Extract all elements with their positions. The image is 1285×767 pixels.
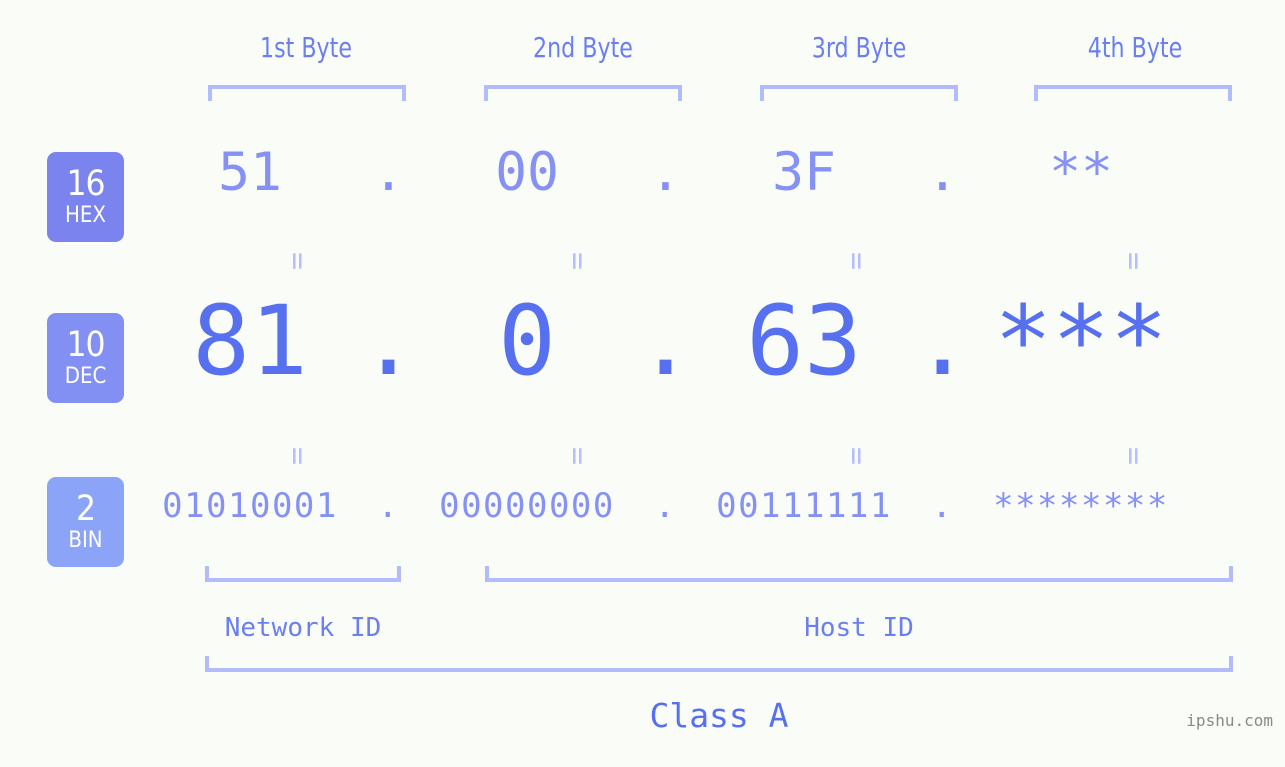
byte-header-2: 2nd Byte [533,31,633,64]
class-label: Class A [649,696,789,735]
dec-separator-2: . [636,285,695,397]
byte-bracket-1 [208,85,406,101]
base-badge-bin-number: 2 [75,489,96,529]
byte-bracket-4 [1034,85,1232,101]
hex-separator-2: . [649,142,682,203]
base-badge-dec-abbr: DEC [64,364,107,389]
bin-separator-3: . [931,486,954,526]
byte-header-3: 3rd Byte [811,31,907,64]
dec-separator-1: . [359,285,418,397]
bin-octet-2: 00000000 [439,486,615,526]
site-watermark: ipshu.com [1186,711,1273,730]
byte-header-1: 1st Byte [259,31,353,64]
bin-octet-3: 00111111 [716,486,892,526]
class-bracket [205,656,1233,672]
dec-octet-1: 81 [192,285,308,397]
base-badge-hex: 16 HEX [47,152,124,242]
equals-sign-dec-bin-4: = [1116,446,1152,466]
bin-octet-1: 01010001 [162,486,338,526]
base-badge-bin: 2 BIN [47,477,124,567]
host-id-label: Host ID [804,613,914,643]
equals-sign-hex-dec-1: = [280,251,316,271]
equals-sign-dec-bin-2: = [560,446,596,466]
equals-sign-hex-dec-3: = [839,251,875,271]
base-badge-dec-number: 10 [66,325,105,365]
byte-bracket-2 [484,85,682,101]
network-id-bracket [205,566,401,582]
host-id-bracket [485,566,1233,582]
hex-separator-1: . [372,142,405,203]
network-id-label: Network ID [224,613,382,643]
hex-separator-3: . [926,142,959,203]
hex-octet-3: 3F [772,142,836,203]
bin-octet-4: ******** [993,486,1169,526]
equals-sign-dec-bin-1: = [280,446,316,466]
bin-separator-1: . [377,486,400,526]
equals-sign-hex-dec-2: = [560,251,596,271]
bin-value-row: 01010001 . 00000000 . 00111111 . *******… [150,489,1260,523]
ip-address-breakdown-diagram: 1st Byte 2nd Byte 3rd Byte 4th Byte 16 H… [0,0,1285,767]
equals-sign-dec-bin-3: = [839,446,875,466]
hex-octet-2: 00 [495,142,559,203]
dec-value-row: 81 . 0 . 63 . *** [150,293,1260,389]
bin-separator-2: . [654,486,677,526]
dec-octet-3: 63 [746,285,862,397]
dec-separator-3: . [913,285,972,397]
hex-octet-4: ** [1049,142,1113,203]
base-badge-hex-number: 16 [66,164,105,204]
base-badge-dec: 10 DEC [47,313,124,403]
equals-sign-hex-dec-4: = [1116,251,1152,271]
base-badge-bin-abbr: BIN [68,528,103,553]
dec-octet-2: 0 [498,285,556,397]
byte-header-4: 4th Byte [1087,31,1183,64]
hex-value-row: 51 . 00 . 3F . ** [150,146,1260,199]
hex-octet-1: 51 [218,142,282,203]
base-badge-hex-abbr: HEX [65,203,106,228]
byte-bracket-3 [760,85,958,101]
dec-octet-4: *** [994,285,1168,397]
